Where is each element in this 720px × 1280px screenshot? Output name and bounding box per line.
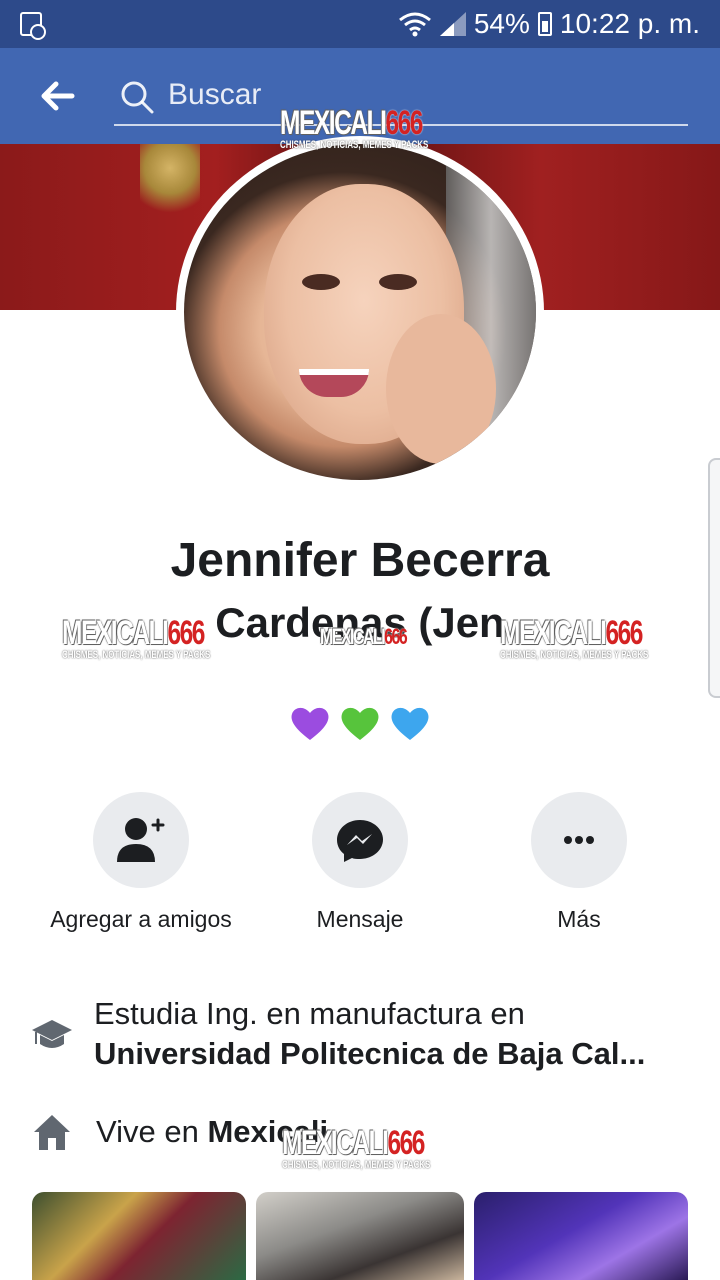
watermark-logo: MEXICALI666 CHISMES, NOTICIAS, MEMES Y P… <box>500 614 649 661</box>
clock: 10:22 p. m. <box>559 8 700 39</box>
message-button[interactable]: Mensaje <box>250 792 470 933</box>
battery-icon <box>537 12 552 36</box>
purple-heart-icon <box>291 707 329 740</box>
profile-actions: Agregar a amigos Mensaje Más <box>0 792 720 942</box>
education-school[interactable]: Universidad Politecnica de Baja Cal... <box>94 1034 694 1074</box>
education-info[interactable]: Estudia Ing. en manufactura en Universid… <box>30 994 690 1084</box>
bio-emojis <box>0 704 720 751</box>
more-icon <box>531 792 627 888</box>
blue-heart-icon <box>391 707 429 740</box>
add-friend-icon <box>93 792 189 888</box>
green-heart-icon <box>341 707 379 740</box>
education-line1: Estudia Ing. en manufactura en <box>94 996 525 1031</box>
add-friend-label: Agregar a amigos <box>50 906 232 932</box>
watermark-logo: MEXICALI666 CHISMES, NOTICIAS, MEMES Y P… <box>62 614 211 661</box>
profile-photo-image <box>184 144 536 480</box>
scrollbar-handle[interactable] <box>708 458 720 698</box>
status-bar: 54% 10:22 p. m. <box>0 0 720 48</box>
photo-thumbnail[interactable] <box>256 1192 464 1280</box>
profile-name-line1: Jennifer Becerra <box>170 534 550 587</box>
more-label: Más <box>557 906 601 932</box>
message-label: Mensaje <box>316 906 404 932</box>
messenger-icon <box>312 792 408 888</box>
photo-thumbnail[interactable] <box>474 1192 688 1280</box>
watermark-logo: MEXICALI666 CHISMES, NOTICIAS, MEMES Y P… <box>280 104 429 151</box>
battery-percent: 54% <box>473 8 530 39</box>
status-indicators: 54% 10:22 p. m. <box>398 8 700 40</box>
more-button[interactable]: Más <box>469 792 689 933</box>
photo-thumbnail[interactable] <box>32 1192 246 1280</box>
screenshot-notification-icon <box>20 12 46 40</box>
profile-picture[interactable] <box>176 136 544 488</box>
add-friend-button[interactable]: Agregar a amigos <box>31 792 251 933</box>
signal-icon <box>439 12 466 36</box>
home-icon <box>34 1115 70 1150</box>
search-placeholder: Buscar <box>168 78 262 111</box>
watermark-logo: MEXICALI666 <box>320 624 408 649</box>
graduation-cap-icon <box>32 1020 72 1048</box>
wifi-icon <box>398 12 431 37</box>
search-icon <box>121 81 154 114</box>
watermark-logo: MEXICALI666 CHISMES, NOTICIAS, MEMES Y P… <box>282 1124 431 1171</box>
back-arrow-icon[interactable] <box>36 76 76 116</box>
